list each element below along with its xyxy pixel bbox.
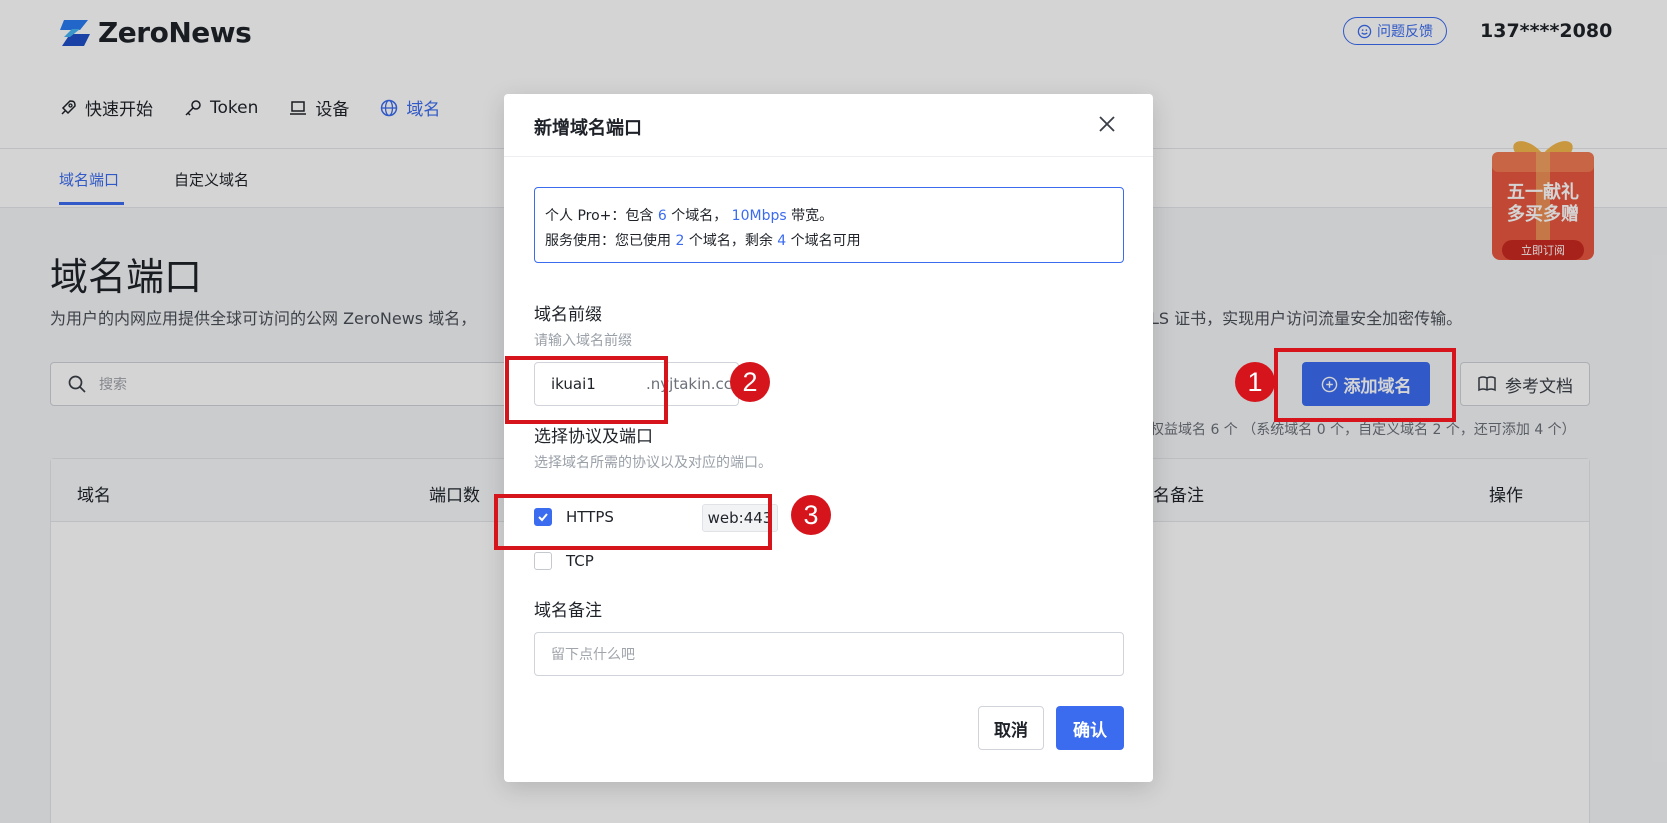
plan-mid: 个域名，	[666, 208, 732, 224]
confirm-button[interactable]: 确认	[1056, 706, 1124, 750]
note-placeholder: 留下点什么吧	[551, 647, 635, 663]
plan-info-box: 个人 Pro+：包含 6 个域名， 10Mbps 带宽。 服务使用：您已使用 2…	[534, 187, 1124, 263]
usage-remaining-count: 4	[777, 233, 787, 249]
page: ZeroNews 问题反馈 137****2080 快速开始 Token 设备 …	[0, 0, 1667, 823]
dialog-title: 新增域名端口	[534, 118, 642, 139]
usage-mid: 个域名，剩余	[684, 233, 778, 249]
prefix-hint: 请输入域名前缀	[534, 333, 632, 349]
plan-prefix: 个人 Pro+：包含	[545, 208, 658, 224]
usage-line: 服务使用：您已使用 2 个域名，剩余 4 个域名可用	[545, 229, 1113, 254]
plan-domain-count: 6	[657, 208, 667, 224]
annotation-box-2	[505, 356, 668, 424]
cancel-button[interactable]: 取消	[978, 706, 1044, 750]
annotation-badge-2: 2	[730, 362, 770, 402]
protocol-hint: 选择域名所需的协议以及对应的端口。	[534, 455, 772, 471]
annotation-badge-3: 3	[791, 495, 831, 535]
plan-suffix: 带宽。	[786, 208, 834, 224]
dialog-header: 新增域名端口	[504, 94, 1153, 157]
close-icon[interactable]	[1096, 113, 1118, 135]
domain-note-input[interactable]: 留下点什么吧	[534, 632, 1124, 676]
note-label: 域名备注	[534, 601, 602, 621]
tcp-checkbox[interactable]	[534, 552, 552, 570]
plan-bandwidth: 10Mbps	[731, 208, 787, 224]
usage-prefix: 服务使用：您已使用	[545, 233, 676, 249]
plan-line: 个人 Pro+：包含 6 个域名， 10Mbps 带宽。	[545, 204, 1113, 229]
annotation-box-1	[1274, 348, 1456, 422]
protocol-label: 选择协议及端口	[534, 427, 653, 447]
usage-suffix: 个域名可用	[786, 233, 861, 249]
prefix-label: 域名前缀	[534, 305, 602, 325]
tcp-label: TCP	[566, 552, 594, 570]
annotation-badge-1: 1	[1235, 362, 1275, 402]
add-domain-port-dialog: 新增域名端口 个人 Pro+：包含 6 个域名， 10Mbps 带宽。 服务使用…	[504, 94, 1153, 782]
annotation-box-3	[494, 494, 772, 550]
protocol-tcp-row[interactable]: TCP	[534, 552, 594, 570]
